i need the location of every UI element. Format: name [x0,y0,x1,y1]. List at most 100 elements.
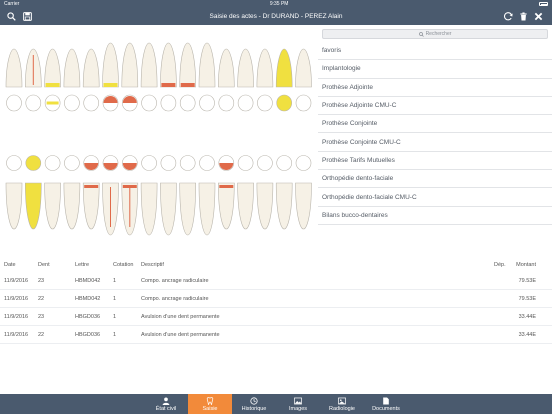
tab-label: Images [288,406,308,412]
header-montant[interactable]: Montant [516,258,536,272]
upper-tooth [256,48,274,88]
tab-images[interactable]: Images [276,394,320,414]
clock-label: 9:35 PM [269,1,289,7]
lower-tooth [237,182,254,230]
dental-chart[interactable] [0,25,318,253]
upper-tooth [160,42,177,88]
tab-etat-civil[interactable]: État civil [144,394,188,414]
table-header: Date Dent Lettre Cotation Descriptif Dép… [0,258,552,272]
search-placeholder: Rechercher [425,31,452,37]
lower-tooth [217,182,235,230]
row-dent: 23 [38,277,45,284]
acts-table: Date Dent Lettre Cotation Descriptif Dép… [0,258,552,344]
treatment-mark [219,185,234,188]
row-date: 11/9/2016 [4,331,29,338]
person-icon [162,397,170,405]
category-item-prothese-tarifs-mutuelles[interactable]: Prothèse Tarifs Mutuelles [318,152,552,171]
header-date[interactable]: Date [4,258,16,272]
bottom-tab-bar: État civil Saisie Historique Images Radi… [0,394,552,414]
carrier-label: Carrier [4,1,20,7]
row-montant: 33.44E [518,331,536,338]
row-dent: 22 [38,295,45,302]
lower-occlusal [179,155,196,171]
lower-tooth [179,182,197,236]
category-item-prothese-conjointe-cmu[interactable]: Prothèse Conjointe CMU-C [318,133,552,152]
lower-tooth [275,182,293,230]
lower-occlusal [141,155,157,171]
row-descriptif: Compo. ancrage radiculaire [141,295,209,302]
upper-occlusal [160,94,177,112]
upper-occlusal [237,94,254,112]
upper-tooth [102,42,119,88]
row-date: 11/9/2016 [4,277,29,284]
category-item-prothese-adjointe-cmu[interactable]: Prothèse Adjointe CMU-C [318,97,552,116]
close-icon[interactable] [533,11,544,22]
table-row[interactable]: 11/9/2016 23 HBGD036 1 Avulsion d'une de… [0,308,552,326]
row-lettre: HBMD042 [75,277,101,284]
lower-tooth [44,182,61,230]
lower-tooth [140,182,158,236]
tab-label: Radiologie [329,406,355,412]
category-item-bilans[interactable]: Bilans bucco-dentaires [318,207,552,225]
lower-occlusal [295,155,312,171]
row-descriptif: Compo. ancrage radiculaire [141,277,209,284]
row-montant: 33.44E [518,313,536,320]
lower-occlusal [25,155,42,171]
upper-tooth [295,48,312,88]
table-row[interactable]: 11/9/2016 22 HBMD042 1 Compo. ancrage ra… [0,290,552,308]
page-title: Saisie des actes - Dr DURAND - PEREZ Ala… [209,13,343,20]
tab-saisie[interactable]: Saisie [188,394,232,414]
tab-label: Saisie [202,406,218,412]
row-lettre: HBGD036 [75,331,101,338]
category-item-orthopedie[interactable]: Orthopédie dento-faciale [318,170,552,189]
image-icon [294,397,302,405]
treatment-mark [45,83,60,87]
lower-occlusal [6,155,22,171]
category-item-favoris[interactable]: favoris [318,42,552,61]
upper-occlusal [64,94,80,112]
header-cotation[interactable]: Cotation [113,258,134,272]
document-icon [383,397,389,405]
treatment-mark [103,83,118,87]
category-item-prothese-adjointe[interactable]: Prothèse Adjointe [318,79,552,97]
header-dep[interactable]: Dép. [494,258,506,272]
header-dent[interactable]: Dent [38,258,50,272]
search-icon[interactable] [6,11,17,22]
header-descriptif[interactable]: Descriptif [141,258,164,272]
tooth-icon [206,397,214,405]
save-icon[interactable] [22,11,33,22]
upper-occlusal [141,94,157,112]
tab-label: Documents [372,406,400,412]
category-item-prothese-conjointe[interactable]: Prothèse Conjointe [318,115,552,134]
category-item-implantologie[interactable]: Implantologie [318,60,552,79]
table-row[interactable]: 11/9/2016 22 HBGD036 1 Avulsion d'une de… [0,326,552,344]
battery-icon [539,2,548,6]
category-item-orthopedie-cmu[interactable]: Orthopédie dento-faciale CMU-C [318,188,552,207]
status-bar: Carrier 9:35 PM [0,0,552,8]
teeth-diagram[interactable] [0,25,318,253]
upper-occlusal [218,94,235,112]
table-row[interactable]: 11/9/2016 23 HBMD042 1 Compo. ancrage ra… [0,272,552,290]
lower-tooth [82,182,100,230]
row-cotation: 1 [113,277,117,284]
row-date: 11/9/2016 [4,295,29,302]
search-icon [418,31,424,37]
treatment-mark [46,101,59,105]
row-dent: 23 [38,313,45,320]
upper-tooth [63,48,81,88]
upper-occlusal [257,94,273,112]
refresh-icon[interactable] [503,11,514,22]
trash-icon[interactable] [518,11,529,22]
upper-occlusal [295,94,312,112]
header-lettre[interactable]: Lettre [75,258,89,272]
lower-tooth [256,182,274,230]
row-montant: 79.53E [518,295,536,302]
battery-indicator [539,2,548,6]
tab-historique[interactable]: Historique [232,394,276,414]
row-dent: 22 [38,331,45,338]
tab-radiologie[interactable]: Radiologie [320,394,364,414]
treatment-mark [180,83,195,87]
search-field[interactable]: Rechercher [322,29,548,39]
upper-tooth [275,48,293,88]
tab-documents[interactable]: Documents [364,394,408,414]
